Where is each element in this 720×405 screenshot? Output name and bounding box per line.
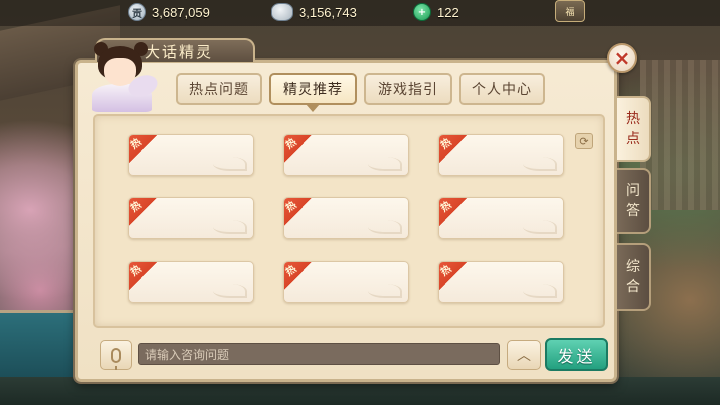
tab-hot-questions[interactable]: 热点问题 xyxy=(176,73,262,105)
hot-question-card[interactable]: 热 xyxy=(283,134,409,176)
expand-button[interactable]: ︿ xyxy=(507,340,541,370)
voice-input-button[interactable] xyxy=(100,340,132,370)
jade-coin-icon: + xyxy=(413,3,431,21)
hot-tag: 热 xyxy=(129,198,161,226)
resource-bar: 贡 3,687,059 3,156,743 + 122 福 xyxy=(0,0,720,26)
close-icon: × xyxy=(613,46,631,70)
refresh-icon[interactable]: ⟳ xyxy=(575,133,593,149)
building-right xyxy=(640,60,720,210)
resource-silver-pile[interactable]: 3,156,743 xyxy=(271,2,357,22)
hot-tag: 热 xyxy=(439,198,471,226)
side-tab-qa[interactable]: 问 答 xyxy=(617,168,651,234)
cloud-pattern xyxy=(368,284,402,298)
hot-question-card[interactable]: 热 xyxy=(128,197,254,239)
resource-jade-coin[interactable]: + 122 xyxy=(413,2,459,22)
hot-tag: 热 xyxy=(284,135,316,163)
spirit-avatar xyxy=(84,42,161,112)
hot-tag: 热 xyxy=(284,262,316,290)
silver-pile-icon xyxy=(271,3,293,21)
cloud-pattern xyxy=(213,220,247,234)
hot-question-card[interactable]: 热 xyxy=(438,261,564,303)
hot-question-card[interactable]: 热 xyxy=(283,261,409,303)
close-button[interactable]: × xyxy=(607,43,637,73)
cloud-pattern xyxy=(523,157,557,171)
resource-value: 122 xyxy=(437,4,459,20)
chevron-up-icon: ︿ xyxy=(517,348,531,364)
hot-question-card[interactable]: 热 xyxy=(128,261,254,303)
hot-question-card[interactable]: 热 xyxy=(438,197,564,239)
tab-personal-center[interactable]: 个人中心 xyxy=(459,73,545,105)
tab-spirit-recommend[interactable]: 精灵推荐 xyxy=(269,73,357,112)
hot-tag: 热 xyxy=(129,135,161,163)
hot-question-card[interactable]: 热 xyxy=(128,134,254,176)
cloud-pattern xyxy=(213,284,247,298)
hot-tag: 热 xyxy=(439,262,471,290)
hot-question-card[interactable]: 热 xyxy=(438,134,564,176)
side-tab-general[interactable]: 综 合 xyxy=(617,243,651,311)
silver-ingot-icon: 贡 xyxy=(128,3,146,21)
cloud-pattern xyxy=(523,284,557,298)
side-tab-hot[interactable]: 热 点 xyxy=(617,96,651,162)
hot-question-card[interactable]: 热 xyxy=(283,197,409,239)
question-input[interactable]: 请输入咨询问题 xyxy=(138,343,500,365)
resource-value: 3,156,743 xyxy=(299,4,357,20)
welfare-badge[interactable]: 福 xyxy=(555,0,585,22)
resource-value: 3,687,059 xyxy=(152,4,210,20)
hot-tag: 热 xyxy=(129,262,161,290)
tab-game-guide[interactable]: 游戏指引 xyxy=(364,73,452,105)
avatar-face xyxy=(104,58,136,86)
cloud-pattern xyxy=(368,220,402,234)
category-tabs: 热点问题 精灵推荐 游戏指引 个人中心 xyxy=(176,73,545,112)
hot-tag: 热 xyxy=(284,198,316,226)
question-input-placeholder: 请输入咨询问题 xyxy=(145,347,230,362)
cloud-pattern xyxy=(523,220,557,234)
send-button[interactable]: 发送 xyxy=(545,338,608,371)
resource-silver-ingot[interactable]: 贡 3,687,059 xyxy=(128,2,210,22)
microphone-icon xyxy=(111,347,121,370)
cloud-pattern xyxy=(368,157,402,171)
hot-tag: 热 xyxy=(439,135,471,163)
cloud-pattern xyxy=(213,157,247,171)
